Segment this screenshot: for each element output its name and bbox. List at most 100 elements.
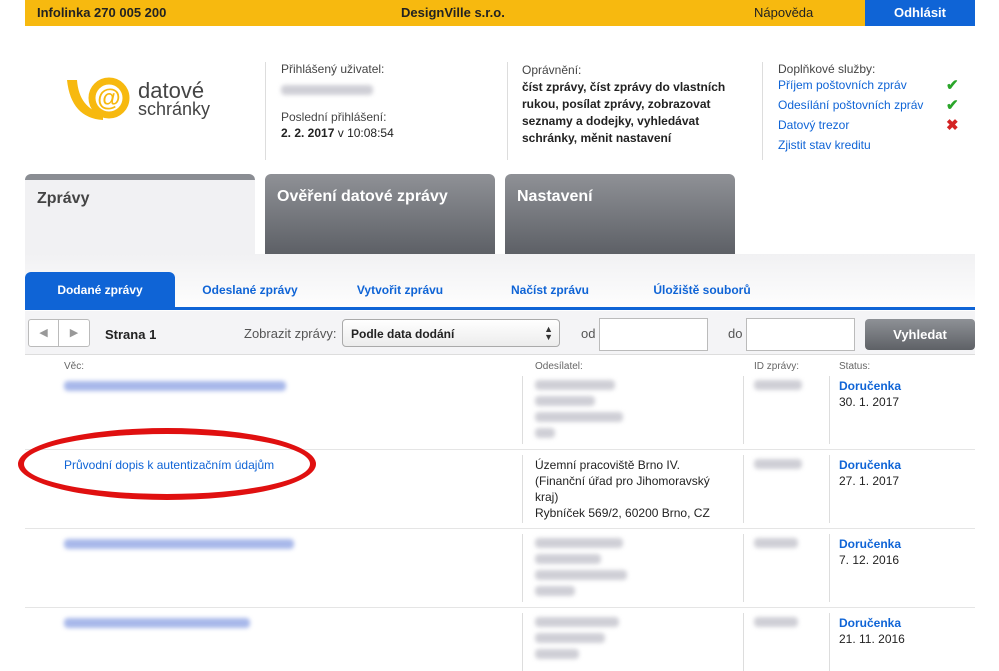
- service-postal-receive[interactable]: Příjem poštovních zpráv ✔: [778, 77, 968, 98]
- extra-services-label: Doplňkové služby:: [778, 62, 876, 76]
- divider: [743, 613, 744, 671]
- to-label: do: [728, 326, 743, 341]
- blurred-sender: [535, 538, 623, 548]
- blurred-message-id: [754, 459, 802, 469]
- status-link[interactable]: Doručenka: [839, 615, 901, 631]
- permissions-label: Oprávnění:: [522, 63, 582, 77]
- highlight-ellipse: [18, 428, 316, 500]
- subtab-load[interactable]: Načíst zprávu: [482, 272, 618, 308]
- divider: [829, 376, 830, 444]
- blurred-sender: [535, 649, 579, 659]
- subtab-file-storage[interactable]: Úložiště souborů: [632, 272, 772, 308]
- search-button[interactable]: Vyhledat: [865, 319, 975, 350]
- blurred-sender: [535, 428, 555, 438]
- table-row[interactable]: Doručenka 21. 11. 2016: [25, 609, 975, 671]
- blurred-sender: [535, 586, 575, 596]
- column-header-id: ID zprávy:: [754, 361, 800, 372]
- blurred-message-id: [754, 617, 798, 627]
- blurred-sender: [535, 380, 615, 390]
- divider: [522, 534, 523, 602]
- user-info: Přihlášený uživatel: Poslední přihlášení…: [281, 62, 501, 140]
- divider: [743, 534, 744, 602]
- date-to-input[interactable]: [746, 318, 855, 351]
- help-link[interactable]: Nápověda: [754, 5, 813, 20]
- blurred-sender: [535, 554, 601, 564]
- column-header-subject: Věc:: [64, 361, 85, 372]
- divider: [829, 455, 830, 523]
- logo-text-line2: schránky: [138, 99, 211, 119]
- status-date: 30. 1. 2017: [839, 395, 900, 409]
- blurred-sender: [535, 396, 595, 406]
- divider: [507, 62, 508, 160]
- check-credit-link[interactable]: Zjistit stav kreditu: [778, 138, 968, 158]
- select-arrows-icon: ▲ ▼: [544, 324, 553, 342]
- divider: [762, 62, 763, 160]
- blurred-message-id: [754, 538, 798, 548]
- check-icon: ✔: [946, 77, 959, 94]
- status-link[interactable]: Doručenka: [839, 378, 901, 394]
- service-data-vault[interactable]: Datový trezor ✖: [778, 117, 968, 138]
- blurred-sender: [535, 633, 605, 643]
- divider: [522, 376, 523, 444]
- from-label: od: [581, 326, 596, 341]
- last-login-date: 2. 2. 2017: [281, 126, 335, 140]
- blurred-sender: [535, 617, 619, 627]
- tab-settings[interactable]: Nastavení: [505, 174, 735, 254]
- blurred-subject-link[interactable]: [64, 539, 294, 549]
- sender-line: (Finanční úřad pro Jihomoravský: [535, 474, 710, 488]
- divider: [522, 613, 523, 671]
- page-label: Strana 1: [105, 327, 157, 342]
- divider: [743, 376, 744, 444]
- divider: [743, 455, 744, 523]
- logout-button[interactable]: Odhlásit: [865, 0, 975, 26]
- status-link[interactable]: Doručenka: [839, 536, 901, 552]
- divider: [265, 62, 266, 160]
- message-toolbar: ◀ ▶ Strana 1 Zobrazit zprávy: Podle data…: [25, 311, 975, 355]
- last-login-time: 10:08:54: [347, 126, 394, 140]
- logo[interactable]: @ datové schránky: [65, 74, 225, 122]
- blurred-sender: [535, 412, 623, 422]
- permissions-text: číst zprávy, číst zprávy do vlastních ru…: [522, 80, 726, 145]
- extra-services: Doplňkové služby: Příjem poštovních zprá…: [778, 62, 968, 158]
- blurred-subject-link[interactable]: [64, 381, 286, 391]
- service-label: Příjem poštovních zpráv: [778, 78, 907, 92]
- tab-verify-message[interactable]: Ověření datové zprávy: [265, 174, 495, 254]
- service-label: Odesílání poštovních zpráv: [778, 98, 924, 112]
- blurred-message-id: [754, 380, 802, 390]
- permissions: Oprávnění: číst zprávy, číst zprávy do v…: [522, 62, 754, 147]
- top-bar: Infolinka 270 005 200 DesignVille s.r.o.…: [25, 0, 975, 26]
- prev-page-icon[interactable]: ◀: [29, 320, 59, 346]
- status-date: 27. 1. 2017: [839, 474, 900, 488]
- column-header-sender: Odesílatel:: [535, 361, 583, 372]
- cross-icon: ✖: [946, 117, 959, 134]
- table-row[interactable]: Doručenka 7. 12. 2016: [25, 530, 975, 608]
- svg-text:@: @: [97, 85, 120, 112]
- subtab-underline: [25, 307, 975, 310]
- logged-user-label: Přihlášený uživatel:: [281, 62, 385, 76]
- service-postal-send[interactable]: Odesílání poštovních zpráv ✔: [778, 97, 968, 118]
- divider: [522, 455, 523, 523]
- sort-select[interactable]: Podle data dodání ▲ ▼: [342, 319, 560, 347]
- company-name: DesignVille s.r.o.: [401, 5, 505, 20]
- divider: [829, 534, 830, 602]
- subtab-sent[interactable]: Odeslané zprávy: [182, 272, 318, 308]
- show-messages-label: Zobrazit zprávy:: [244, 326, 337, 341]
- sender-line: Rybníček 569/2, 60200 Brno, CZ: [535, 506, 710, 520]
- tab-messages[interactable]: Zprávy: [25, 174, 255, 254]
- subtab-delivered[interactable]: Dodané zprávy: [25, 272, 175, 308]
- check-icon: ✔: [946, 97, 959, 114]
- pager: ◀ ▶: [28, 319, 90, 347]
- divider: [829, 613, 830, 671]
- blurred-subject-link[interactable]: [64, 618, 250, 628]
- status-link[interactable]: Doručenka: [839, 457, 901, 473]
- last-login-sep: v: [334, 126, 348, 140]
- blurred-sender: [535, 570, 627, 580]
- column-header-status: Status:: [839, 361, 871, 372]
- blurred-username: [281, 85, 373, 95]
- next-page-icon[interactable]: ▶: [59, 320, 89, 346]
- date-from-input[interactable]: [599, 318, 708, 351]
- last-login-label: Poslední přihlášení:: [281, 110, 387, 124]
- service-label: Datový trezor: [778, 118, 850, 132]
- subtab-create[interactable]: Vytvořit zprávu: [332, 272, 468, 308]
- sort-select-value: Podle data dodání: [351, 327, 455, 341]
